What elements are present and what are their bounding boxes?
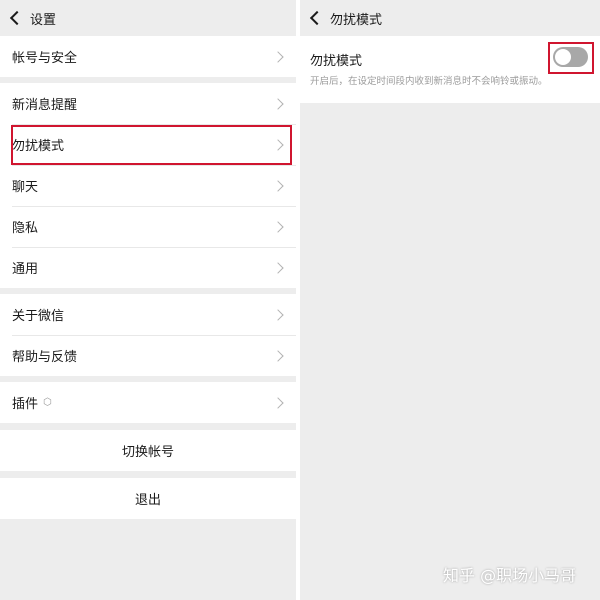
settings-group-account: 帐号与安全 bbox=[0, 36, 296, 77]
settings-item-label: 聊天 bbox=[12, 180, 39, 195]
settings-group-general: 新消息提醒 勿扰模式 聊天 隐私 通用 bbox=[0, 83, 296, 288]
settings-item-label: 帮助与反馈 bbox=[12, 350, 78, 365]
settings-pane: 设置 帐号与安全 新消息提醒 勿扰模式 聊天 隐私 通用 关于微信 帮助与反馈 … bbox=[0, 0, 296, 600]
switch-account-button[interactable]: 切换帐号 bbox=[0, 430, 296, 471]
chevron-right-icon bbox=[272, 396, 284, 409]
settings-item-new-message-alert[interactable]: 新消息提醒 bbox=[0, 83, 296, 124]
settings-item-chat[interactable]: 聊天 bbox=[0, 165, 296, 206]
settings-item-plugins[interactable]: 插件 ⬡ bbox=[0, 382, 296, 423]
page-title: 设置 bbox=[30, 12, 57, 28]
logout-button[interactable]: 退出 bbox=[0, 478, 296, 519]
settings-item-label: 关于微信 bbox=[12, 309, 65, 324]
settings-item-account-security[interactable]: 帐号与安全 bbox=[0, 36, 296, 77]
settings-item-privacy[interactable]: 隐私 bbox=[0, 206, 296, 247]
chevron-right-icon bbox=[272, 179, 284, 192]
shield-icon: ⬡ bbox=[43, 397, 52, 408]
settings-item-label: 勿扰模式 bbox=[12, 139, 65, 154]
chevron-right-icon bbox=[272, 50, 284, 63]
settings-item-do-not-disturb[interactable]: 勿扰模式 bbox=[0, 124, 296, 165]
dnd-setting-description: 开启后，在设定时间段内收到新消息时不会响铃或振动。 bbox=[310, 76, 548, 87]
settings-item-label: 帐号与安全 bbox=[12, 51, 78, 66]
dnd-setting-label: 勿扰模式 bbox=[310, 54, 363, 69]
chevron-right-icon bbox=[272, 220, 284, 233]
settings-item-general[interactable]: 通用 bbox=[0, 247, 296, 288]
settings-item-label-wrap: 插件 ⬡ bbox=[12, 393, 52, 412]
watermark: 知乎 @职场小马哥 bbox=[443, 566, 577, 585]
settings-item-label: 插件 bbox=[12, 397, 39, 412]
dnd-topbar: 勿扰模式 bbox=[300, 0, 600, 36]
highlight-box-toggle bbox=[548, 42, 594, 74]
settings-group-about: 关于微信 帮助与反馈 bbox=[0, 294, 296, 376]
chevron-right-icon bbox=[272, 138, 284, 151]
settings-item-help-feedback[interactable]: 帮助与反馈 bbox=[0, 335, 296, 376]
chevron-right-icon bbox=[272, 349, 284, 362]
settings-item-label: 新消息提醒 bbox=[12, 98, 78, 113]
settings-item-about-wechat[interactable]: 关于微信 bbox=[0, 294, 296, 335]
chevron-right-icon bbox=[272, 97, 284, 110]
settings-item-label: 通用 bbox=[12, 262, 39, 277]
dnd-pane: 勿扰模式 勿扰模式 开启后，在设定时间段内收到新消息时不会响铃或振动。 bbox=[300, 0, 600, 600]
chevron-right-icon bbox=[272, 261, 284, 274]
settings-topbar: 设置 bbox=[0, 0, 296, 36]
page-title: 勿扰模式 bbox=[330, 12, 383, 28]
back-arrow-icon[interactable] bbox=[300, 0, 328, 36]
back-arrow-icon[interactable] bbox=[0, 0, 28, 36]
settings-group-plugins: 插件 ⬡ bbox=[0, 382, 296, 423]
chevron-right-icon bbox=[272, 308, 284, 321]
settings-item-label: 隐私 bbox=[12, 221, 39, 236]
